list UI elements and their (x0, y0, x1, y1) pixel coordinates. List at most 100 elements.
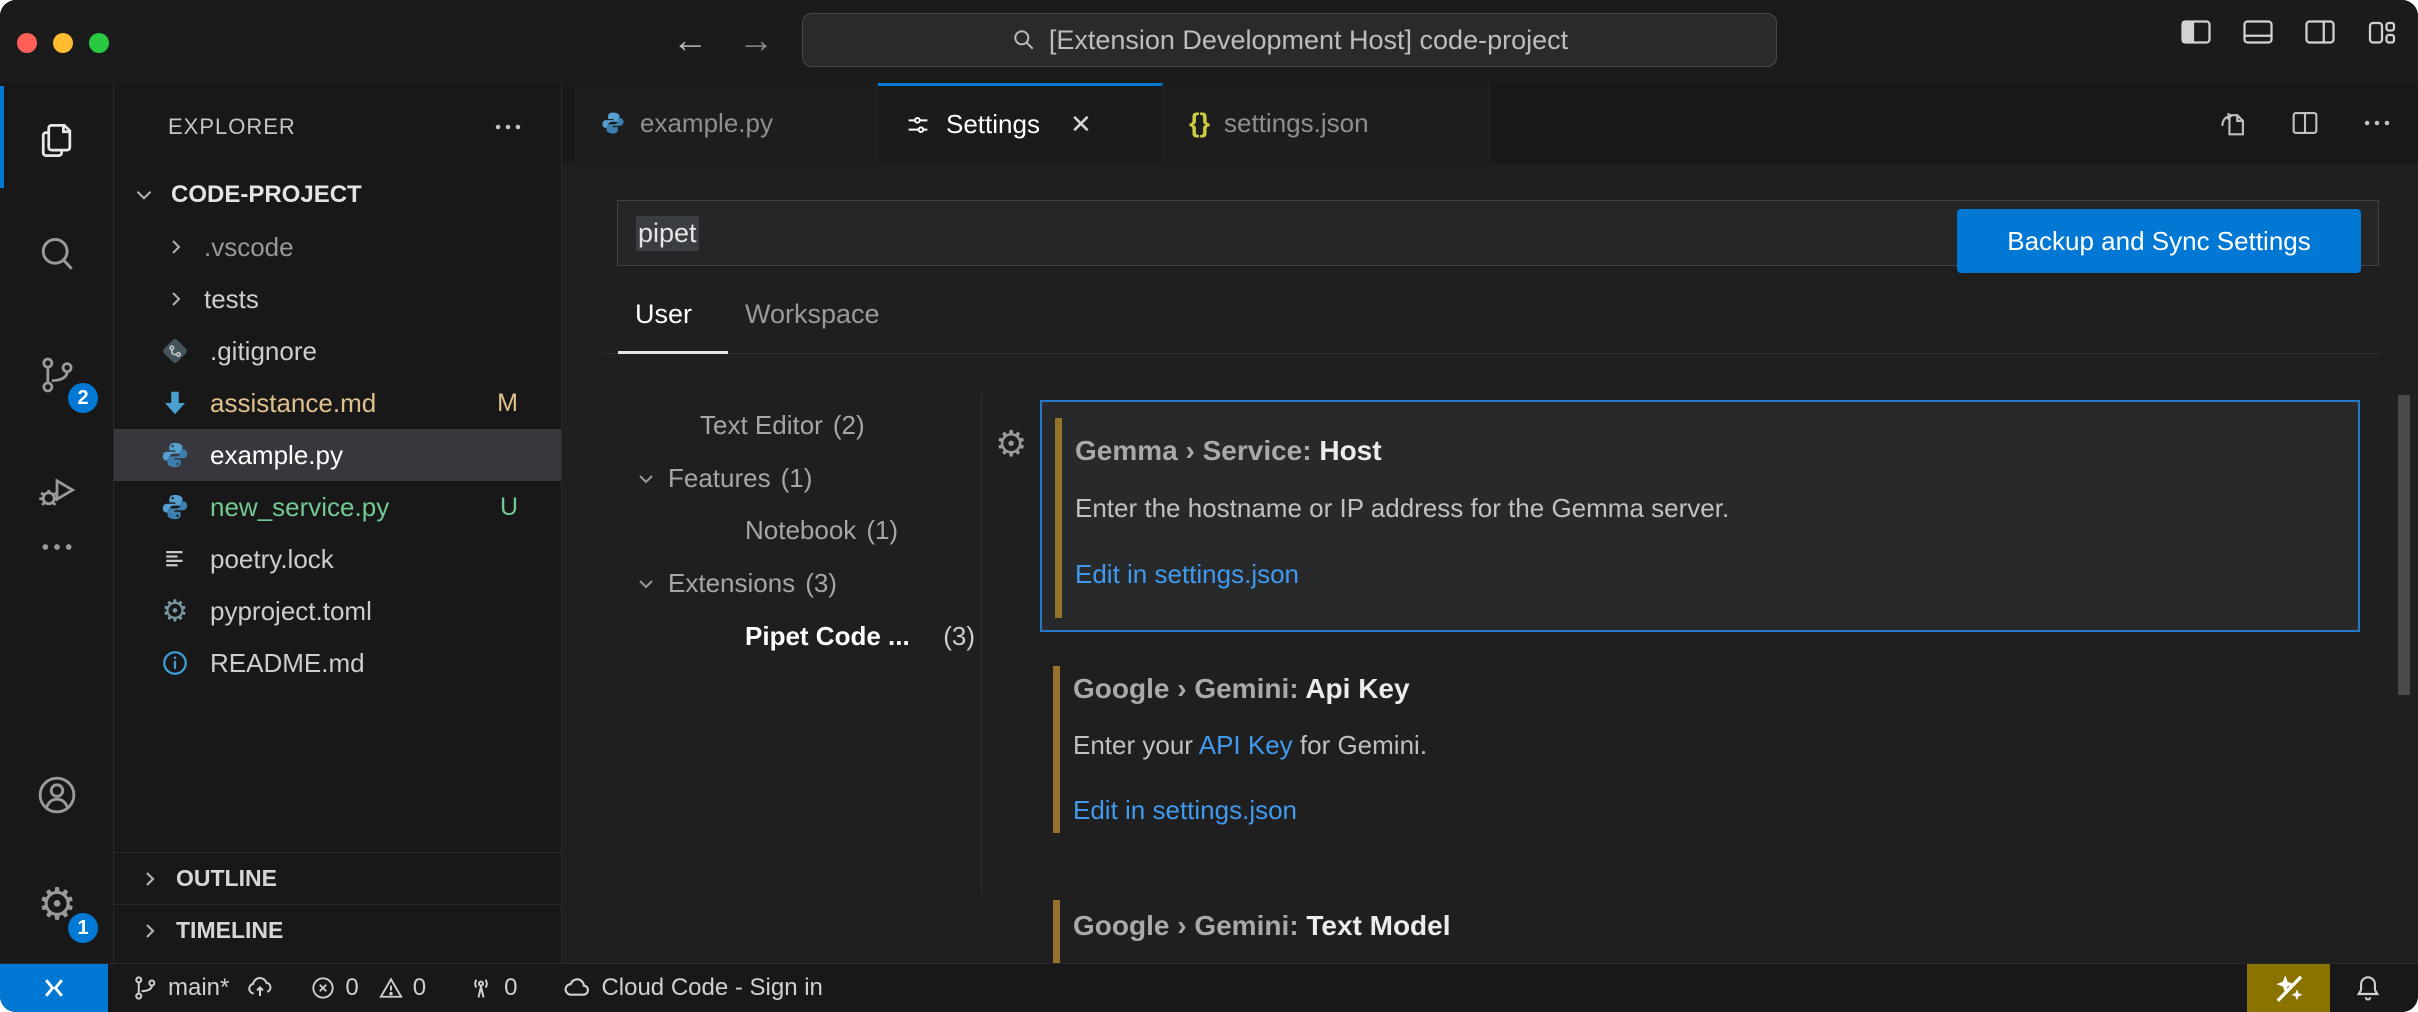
json-braces-icon: {} (1189, 108, 1210, 139)
timeline-section-header[interactable]: TIMELINE (114, 904, 562, 956)
git-icon (158, 334, 192, 368)
toc-item-extensions[interactable]: Extensions(3) (634, 557, 837, 610)
tree-item-vscode[interactable]: .vscode (114, 221, 562, 273)
chevron-down-icon (634, 467, 658, 491)
python-icon (158, 438, 192, 472)
error-icon (309, 974, 337, 1002)
setting-title: Google › Gemini: Api Key (1073, 673, 1410, 705)
api-key-link[interactable]: API Key (1199, 730, 1293, 760)
workbench: 2 ⚙ 1 EXPLORER (0, 83, 2418, 963)
chevron-right-icon (164, 235, 188, 259)
tree-item-gitignore[interactable]: .gitignore (114, 325, 562, 377)
toc-item-features[interactable]: Features(1) (634, 452, 812, 505)
tree-item-new-service-py[interactable]: new_service.py U (114, 481, 562, 533)
gear-icon: ⚙ (158, 594, 192, 628)
toc-item-text-editor[interactable]: Text Editor(2) (700, 399, 865, 452)
problems-status[interactable]: 0 0 (309, 974, 426, 1002)
tree-item-readme-md[interactable]: README.md (114, 637, 562, 689)
toc-divider (981, 393, 982, 893)
search-icon (1011, 27, 1037, 53)
tab-settings[interactable]: Settings ✕ (878, 83, 1163, 163)
command-center-search[interactable]: [Extension Development Host] code-projec… (802, 13, 1777, 67)
cloud-icon (561, 972, 593, 1004)
tree-item-example-py[interactable]: example.py (114, 429, 562, 481)
bell-icon (2352, 972, 2384, 1004)
explorer-view-icon[interactable] (0, 90, 114, 190)
tree-item-tests[interactable]: tests (114, 273, 562, 325)
tree-item-pyproject-toml[interactable]: ⚙ pyproject.toml (114, 585, 562, 637)
tree-item-poetry-lock[interactable]: poetry.lock (114, 533, 562, 585)
tree-item-assistance-md[interactable]: assistance.md M (114, 377, 562, 429)
setting-title: Google › Gemini: Text Model (1073, 910, 1451, 942)
vscode-window: ← → [Extension Development Host] code-pr… (0, 0, 2418, 1012)
close-icon[interactable]: ✕ (1070, 109, 1092, 140)
outline-section-header[interactable]: OUTLINE (114, 852, 562, 904)
toggle-primary-sidebar-icon[interactable] (2178, 14, 2214, 50)
search-view-icon[interactable] (0, 205, 114, 305)
python-icon (158, 490, 192, 524)
edit-in-settings-json-link[interactable]: Edit in settings.json (1075, 559, 1299, 590)
publish-changes-icon[interactable] (245, 973, 275, 1003)
title-bar: ← → [Extension Development Host] code-pr… (0, 0, 2418, 83)
explorer-actions-icon[interactable] (491, 110, 525, 144)
source-control-view-icon[interactable]: 2 (0, 325, 114, 425)
scope-tab-workspace[interactable]: Workspace (745, 278, 880, 351)
toggle-panel-icon[interactable] (2240, 14, 2276, 50)
chevron-right-icon (138, 867, 162, 891)
zoom-window-button[interactable] (89, 33, 109, 53)
list-icon (158, 542, 192, 576)
scope-tab-user[interactable]: User (635, 278, 692, 351)
setting-description: Enter your API Key for Gemini. (1073, 730, 1427, 761)
backup-sync-settings-button[interactable]: Backup and Sync Settings (1957, 209, 2361, 273)
split-editor-icon[interactable] (2288, 106, 2322, 140)
toc-item-notebook[interactable]: Notebook(1) (745, 504, 898, 557)
chevron-right-icon (138, 919, 162, 943)
sidebar-title: EXPLORER (168, 114, 296, 140)
open-settings-json-icon[interactable] (2216, 106, 2250, 140)
explorer-sidebar: EXPLORER CODE-PROJECT .vscode (114, 83, 562, 963)
tab-settings-json[interactable]: {} settings.json (1163, 83, 1490, 163)
manage-badge: 1 (68, 913, 98, 943)
customize-layout-icon[interactable] (2364, 14, 2400, 50)
branch-icon (130, 973, 160, 1003)
chevron-down-icon (131, 182, 157, 208)
copilot-disabled-status[interactable] (2247, 964, 2330, 1012)
manage-gear-icon[interactable]: ⚙ 1 (0, 855, 114, 955)
modified-indicator-bar (1055, 418, 1062, 618)
navigate-forward-icon[interactable]: → (738, 12, 774, 68)
settings-search-value: pipet (636, 216, 699, 251)
editor-area: example.py Settings ✕ {} settings.json (562, 83, 2418, 963)
ports-status[interactable]: 0 (466, 973, 517, 1003)
settings-scope-tabs: User Workspace (602, 278, 2380, 354)
remote-indicator[interactable] (0, 964, 108, 1012)
broadcast-tower-icon (466, 973, 496, 1003)
setting-entry-gemma-host[interactable]: Gemma › Service: Host Enter the hostname… (1040, 400, 2360, 632)
warning-icon (377, 974, 405, 1002)
setting-description: Enter the hostname or IP address for the… (1075, 493, 1729, 524)
toc-item-pipet-code[interactable]: Pipet Code ... (3) (745, 610, 975, 663)
markdown-icon (158, 386, 192, 420)
settings-sliders-icon (904, 111, 932, 139)
minimize-window-button[interactable] (53, 33, 73, 53)
git-branch-status[interactable]: main* (130, 973, 275, 1003)
notifications-bell[interactable] (2338, 964, 2398, 1012)
setting-title: Gemma › Service: Host (1075, 435, 1382, 467)
git-status-badge: M (497, 389, 518, 418)
additional-views-icon[interactable] (0, 515, 114, 579)
tab-strip: example.py Settings ✕ {} settings.json (562, 83, 2418, 163)
editor-more-actions-icon[interactable] (2360, 106, 2394, 140)
chevron-right-icon (164, 287, 188, 311)
modified-indicator-bar (1053, 666, 1060, 833)
accounts-icon[interactable] (0, 745, 114, 845)
close-window-button[interactable] (17, 33, 37, 53)
chevron-down-icon (634, 572, 658, 596)
cloud-code-signin[interactable]: Cloud Code - Sign in (561, 972, 822, 1004)
navigate-back-icon[interactable]: ← (672, 12, 708, 68)
activity-bar: 2 ⚙ 1 (0, 83, 114, 963)
tree-root-code-project[interactable]: CODE-PROJECT (114, 169, 562, 221)
settings-scrollbar-thumb[interactable] (2398, 395, 2410, 695)
toggle-secondary-sidebar-icon[interactable] (2302, 14, 2338, 50)
setting-gear-indicator-icon[interactable]: ⚙ (995, 426, 1027, 462)
tab-example-py[interactable]: example.py (574, 83, 878, 163)
edit-in-settings-json-link[interactable]: Edit in settings.json (1073, 795, 1297, 826)
